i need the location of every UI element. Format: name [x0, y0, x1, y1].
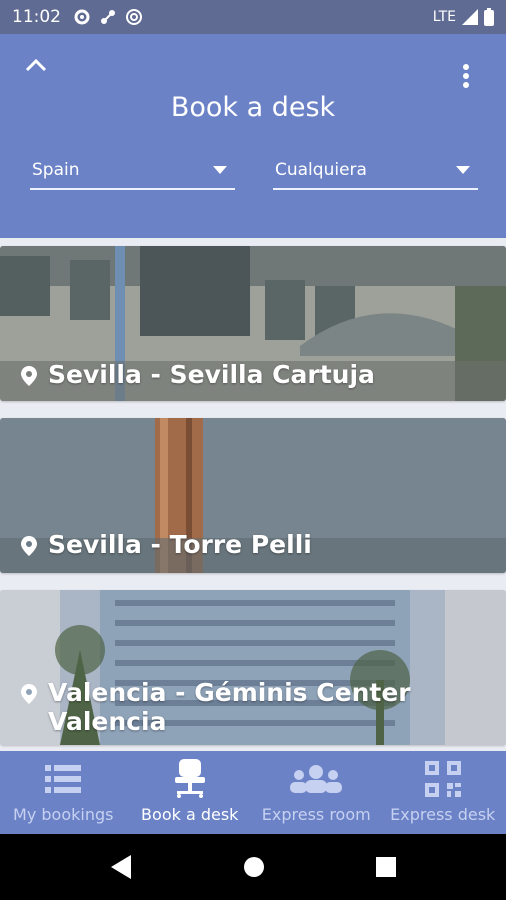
- sync-icon: [101, 10, 115, 24]
- home-icon[interactable]: [243, 856, 265, 878]
- back-icon[interactable]: [110, 855, 133, 879]
- country-dropdown[interactable]: Spain: [30, 152, 235, 190]
- location-name: Sevilla - Sevilla Cartuja: [48, 360, 375, 389]
- bottom-navigation: My bookings Book a desk Express room Exp…: [0, 751, 506, 834]
- location-card[interactable]: Sevilla - Sevilla Cartuja: [0, 246, 506, 401]
- nav-label: Express desk: [390, 805, 496, 824]
- system-navigation-bar: [0, 834, 506, 900]
- location-label: Valencia - Géminis Center Valencia: [20, 678, 411, 736]
- location-name-line2: Valencia: [48, 707, 167, 736]
- chevron-up-icon[interactable]: [22, 52, 50, 80]
- location-pin-icon: [21, 366, 37, 386]
- status-icons: [73, 8, 143, 26]
- nav-express-room[interactable]: Express room: [253, 751, 380, 834]
- battery-icon: [484, 8, 494, 26]
- more-vert-icon[interactable]: [454, 62, 478, 90]
- location-name-line1: Valencia - Géminis Center: [48, 678, 411, 707]
- nav-my-bookings[interactable]: My bookings: [0, 751, 127, 834]
- page-title: Book a desk: [170, 92, 336, 123]
- country-value: Spain: [32, 160, 80, 180]
- qr-code-icon: [424, 761, 461, 797]
- location-name: Valencia - Géminis Center Valencia: [48, 678, 411, 736]
- location-pin-icon: [21, 536, 37, 556]
- caret-down-icon: [213, 166, 227, 174]
- nav-label: Express room: [261, 805, 371, 824]
- location-card[interactable]: Sevilla - Torre Pelli: [0, 418, 506, 573]
- location-label: Sevilla - Torre Pelli: [20, 530, 312, 559]
- nav-express-desk[interactable]: Express desk: [380, 751, 506, 834]
- location-pin-icon: [21, 684, 37, 704]
- type-dropdown[interactable]: Cualquiera: [273, 152, 478, 190]
- location-card[interactable]: Valencia - Géminis Center Valencia: [0, 590, 506, 745]
- nav-label: My bookings: [13, 805, 114, 824]
- nav-label: Book a desk: [141, 805, 239, 824]
- status-time: 11:02: [12, 7, 61, 27]
- chair-icon: [174, 759, 205, 798]
- status-bar: 11:02 LTE: [0, 0, 506, 34]
- recents-icon[interactable]: [375, 857, 396, 877]
- status-right: LTE: [433, 8, 494, 26]
- caret-down-icon: [456, 166, 470, 174]
- location-name: Sevilla - Torre Pelli: [48, 530, 312, 559]
- at-icon: [126, 9, 142, 25]
- app-header: Book a desk Spain Cualquiera: [0, 34, 506, 238]
- type-value: Cualquiera: [275, 160, 367, 180]
- signal-icon: [462, 9, 478, 25]
- nav-book-desk[interactable]: Book a desk: [127, 751, 254, 834]
- location-label: Sevilla - Sevilla Cartuja: [20, 360, 375, 389]
- settings-icon: [74, 9, 90, 25]
- group-icon: [290, 765, 343, 793]
- list-icon: [45, 765, 82, 793]
- network-label: LTE: [432, 9, 456, 25]
